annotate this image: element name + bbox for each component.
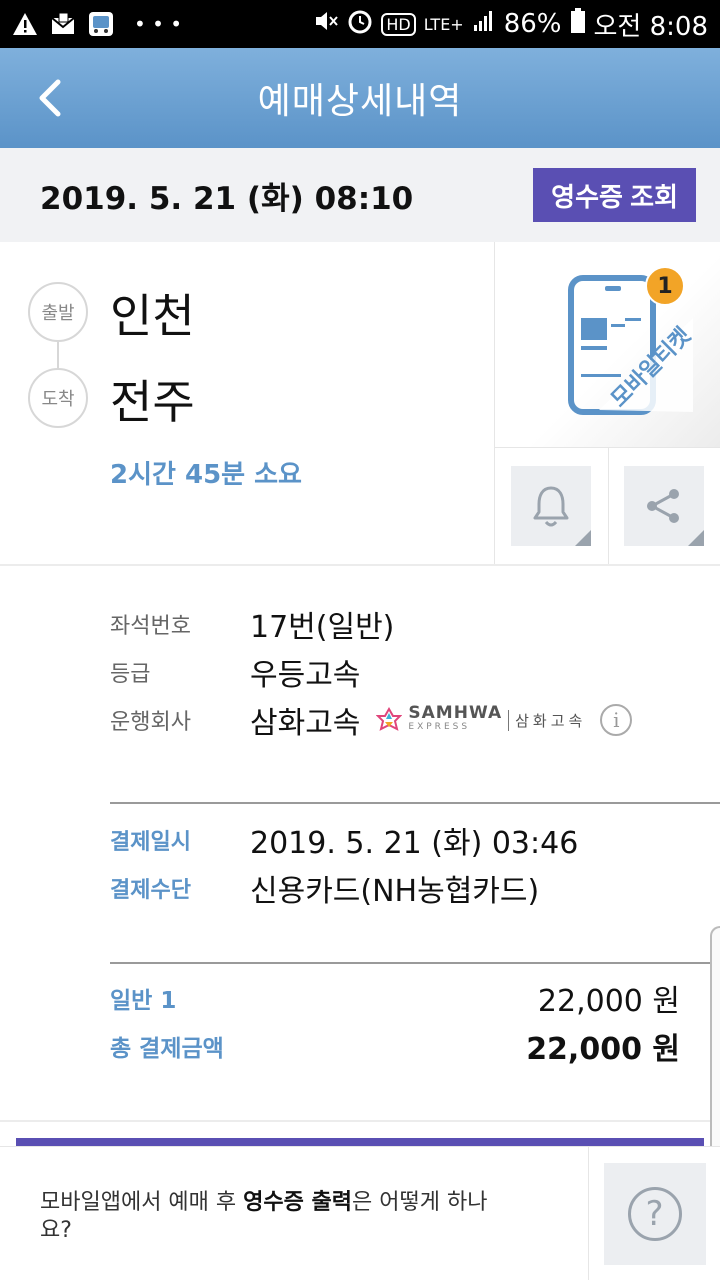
alarm-icon (347, 8, 373, 41)
info-icon[interactable]: i (600, 704, 633, 736)
bus-app-icon (88, 11, 114, 37)
corner-mark (575, 530, 592, 546)
app-bar: 예매상세내역 (0, 48, 720, 148)
warning-icon (12, 11, 38, 37)
fare-value: 22,000 원 (537, 984, 680, 1019)
total-value: 22,000 원 (526, 1032, 680, 1067)
payment-date-value: 2019. 5. 21 (화) 03:46 (250, 826, 579, 861)
help-question: 모바일앱에서 예매 후 영수증 출력은 어떻게 하나요? (40, 1189, 510, 1245)
grade-row: 등급 우등고속 (110, 650, 360, 694)
clock: 오전 8:08 (593, 11, 709, 42)
samhwa-logo: SAMHWA EXPRESS 삼화고속 (376, 703, 586, 734)
payment-method-label: 결제수단 (110, 878, 191, 903)
mute-icon (313, 9, 339, 40)
fare-label: 일반 1 (110, 988, 177, 1014)
alarm-button[interactable] (495, 448, 608, 564)
departure-datetime: 2019. 5. 21 (화) 08:10 (40, 180, 414, 217)
share-icon (647, 489, 680, 523)
share-button-box (624, 466, 705, 546)
bell-icon (533, 486, 569, 527)
payment-method-row: 결제수단 신용카드(NH농협카드) (110, 866, 539, 910)
payment-date-label: 결제일시 (110, 830, 191, 855)
payment-method-value: 신용카드(NH농협카드) (250, 874, 540, 909)
company-row: 운행회사 삼화고속 SAMHWA EXPRESS 삼화고속 i (110, 698, 633, 742)
divider (0, 1120, 720, 1122)
divider (0, 564, 720, 566)
seat-row: 좌석번호 17번(일반) (110, 602, 394, 646)
samhwa-logo-sub: EXPRESS (408, 722, 471, 732)
company-value: 삼화고속 (250, 706, 361, 741)
share-button[interactable] (607, 448, 720, 564)
help-banner-top-border (16, 1138, 704, 1146)
booking-detail-screen: • • • HD LTE+ 86% 오전 8:08 예매상세내역 2019. 5… (0, 0, 720, 1280)
ticket-actions (494, 448, 720, 564)
page-title: 예매상세내역 (257, 81, 463, 122)
help-banner[interactable]: 모바일앱에서 예매 후 영수증 출력은 어떻게 하나요? ? (0, 1146, 720, 1280)
seat-value: 17번(일반) (250, 610, 395, 645)
arrival-city: 전주 (110, 375, 195, 429)
back-button[interactable] (30, 76, 74, 120)
alarm-button-box (511, 466, 592, 546)
arrival-marker: 도착 (28, 368, 88, 428)
battery-icon (570, 7, 586, 41)
departure-city: 인천 (110, 289, 195, 343)
grade-label: 등급 (110, 662, 151, 687)
mail-notification-icon (50, 11, 76, 37)
total-row: 총 결제금액 22,000 원 (110, 1024, 680, 1068)
question-icon: ? (627, 1187, 682, 1241)
corner-mark (688, 530, 705, 546)
fare-row: 일반 1 22,000 원 (110, 976, 680, 1020)
help-button[interactable]: ? (588, 1147, 720, 1280)
edge-panel-handle[interactable] (710, 926, 720, 1166)
hd-voice-icon: HD (381, 12, 416, 36)
samhwa-logo-mark (376, 707, 403, 731)
divider (110, 962, 720, 964)
help-button-box: ? (603, 1163, 706, 1265)
seat-label: 좌석번호 (110, 614, 191, 639)
status-bar: • • • HD LTE+ 86% 오전 8:08 (0, 0, 720, 48)
route-section: 출발 도착 인천 전주 2시간 45분 소요 (0, 242, 494, 564)
mobile-ticket-button[interactable]: 모바일티켓 1 (494, 242, 720, 448)
departure-date-row: 2019. 5. 21 (화) 08:10 영수증 조회 (0, 148, 720, 242)
receipt-lookup-button[interactable]: 영수증 조회 (533, 168, 696, 222)
samhwa-logo-text: SAMHWA (408, 703, 503, 723)
company-label: 운행회사 (110, 710, 191, 735)
battery-percent: 86% (503, 9, 562, 39)
departure-marker: 출발 (28, 282, 88, 342)
chevron-left-icon (39, 79, 61, 117)
signal-icon (472, 9, 496, 40)
total-label: 총 결제금액 (110, 1036, 224, 1062)
grade-value: 우등고속 (250, 658, 361, 693)
more-notifications-icon: • • • (134, 12, 183, 36)
samhwa-logo-korean: 삼화고속 (508, 709, 586, 731)
travel-duration: 2시간 45분 소요 (110, 460, 302, 490)
network-type: LTE+ (423, 14, 464, 34)
help-text-bold: 영수증 출력 (243, 1190, 353, 1215)
payment-date-row: 결제일시 2019. 5. 21 (화) 03:46 (110, 818, 578, 862)
divider (110, 802, 720, 804)
ticket-count-badge: 1 (645, 266, 685, 306)
help-text-start: 모바일앱에서 예매 후 (40, 1190, 244, 1215)
